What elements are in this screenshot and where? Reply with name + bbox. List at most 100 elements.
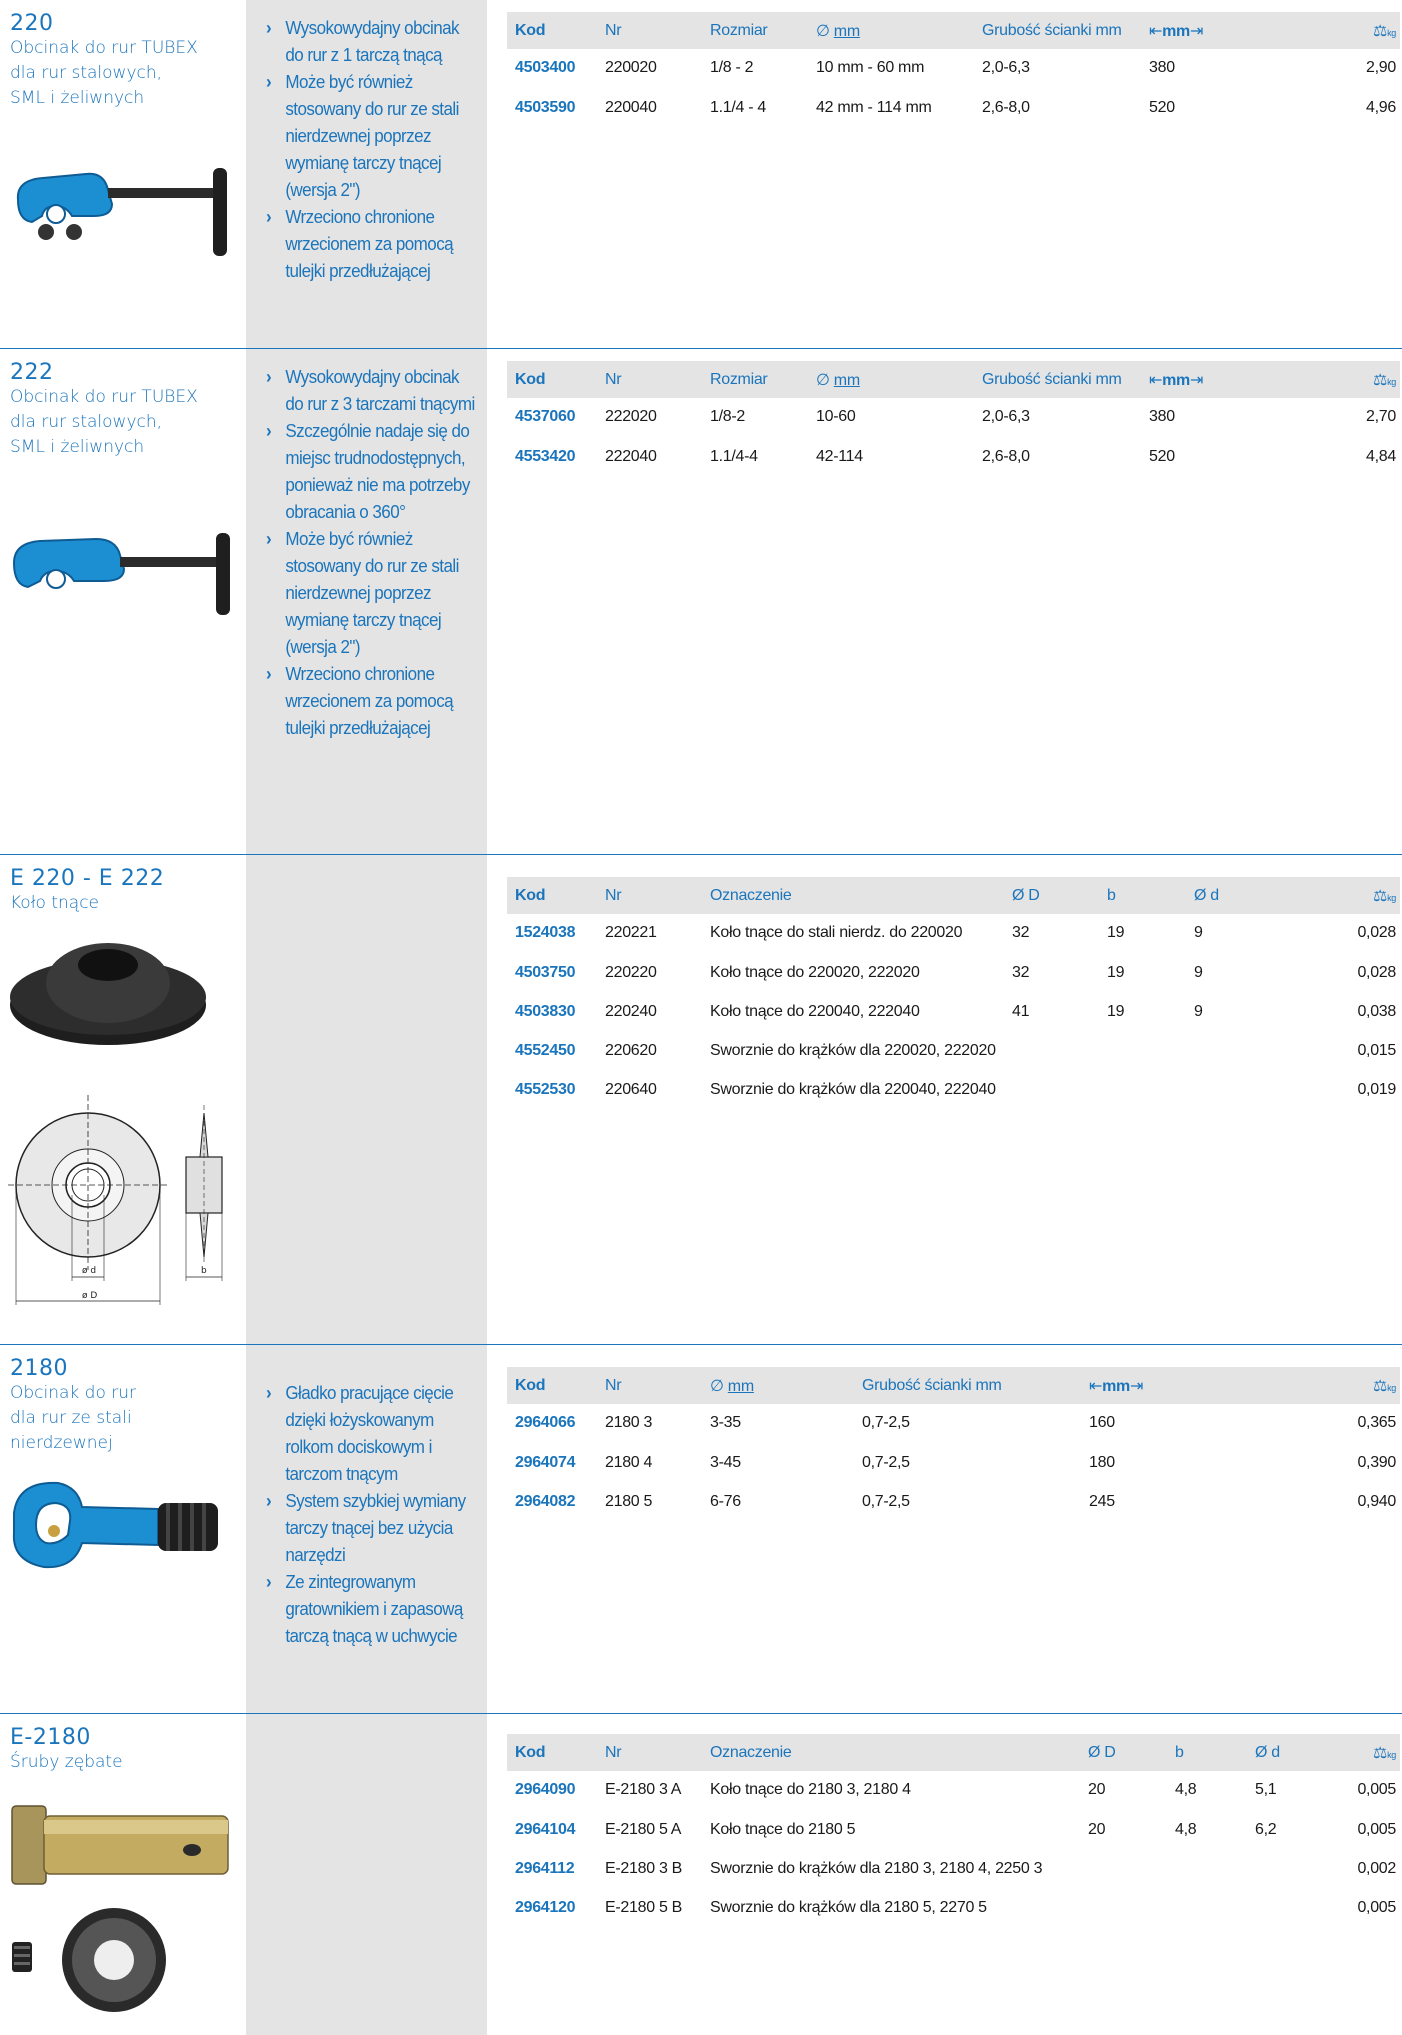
cell: 9 — [1194, 1002, 1203, 1020]
cell: 220220 — [605, 963, 657, 981]
cell: 220221 — [605, 924, 657, 942]
feature-text: Wysokowydajny obcinak do rur z 1 tarczą … — [285, 17, 459, 65]
table-header-row: Kod Nr Rozmiar ∅ mm Grubość ścianki mm ⇤… — [507, 361, 1400, 398]
product-number: 222 — [10, 360, 54, 385]
product-info: 2180 Obcinak do rur dla rur ze stali nie… — [0, 1345, 246, 1713]
cell: 9 — [1194, 924, 1203, 942]
product-title-line: Obcinak do rur — [10, 1383, 137, 1403]
col-header-weight: ⚖kg — [1351, 361, 1400, 398]
table-row: 1524038 220221 Koło tnące do stali nierd… — [507, 914, 1400, 953]
col-header-kod: Kod — [515, 886, 546, 904]
cell: Sworznie do krążków dla 2180 5, 2270 5 — [710, 1898, 987, 1916]
cell: 180 — [1089, 1453, 1115, 1471]
cell: Koło tnące do stali nierdz. do 220020 — [710, 924, 963, 942]
cell: E-2180 5 B — [605, 1898, 683, 1916]
col-header-weight: ⚖kg — [1347, 1734, 1400, 1771]
cell: 0,038 — [1357, 1002, 1396, 1020]
cell: 0,005 — [1357, 1898, 1396, 1916]
cell: 20 — [1088, 1781, 1106, 1799]
cell-kod[interactable]: 2964066 — [507, 1404, 597, 1443]
cell-kod[interactable]: 2964090 — [507, 1771, 597, 1810]
col-header-weight: ⚖kg — [1336, 877, 1400, 914]
cell-kod[interactable]: 4503750 — [507, 953, 597, 992]
col-header-nr: Nr — [605, 1743, 622, 1761]
col-header-length: ⇤mm⇥ — [1081, 1367, 1321, 1404]
chevron-right-icon: › — [266, 206, 272, 227]
pipe-cutter-image — [16, 168, 227, 256]
col-header-kod: Kod — [515, 370, 546, 388]
cell: 0,028 — [1357, 963, 1396, 981]
product-number: 220 — [10, 11, 54, 36]
feature-item: › Gładko pracujące cięcie dzięki łożyskow… — [266, 1379, 478, 1487]
unit-label: kg — [1387, 27, 1396, 38]
feature-text: System szybkiej wymiany tarczy tnącej be… — [285, 1490, 466, 1565]
product-title-line: dla rur stalowych, — [10, 63, 163, 83]
cell-kod[interactable]: 4537060 — [507, 398, 597, 437]
cell-kod[interactable]: 2964104 — [507, 1810, 597, 1849]
product-title-line: SML i żeliwnych — [10, 437, 145, 457]
col-header-length: ⇤mm⇥ — [1141, 361, 1351, 398]
cell-kod[interactable]: 4503590 — [507, 88, 597, 127]
length-arrows-icon: ⇥ — [1129, 1377, 1144, 1395]
cutting-wheel-image — [12, 1908, 166, 2012]
cell-kod[interactable]: 4553420 — [507, 437, 597, 476]
cell: 2,70 — [1366, 408, 1396, 426]
cell: 0,005 — [1357, 1781, 1396, 1799]
cell: 220640 — [605, 1080, 657, 1098]
cell-kod[interactable]: 4503400 — [507, 49, 597, 88]
cell: 3-45 — [710, 1453, 741, 1471]
table-header-row: Kod Nr Oznaczenie Ø D b Ø d ⚖kg — [507, 877, 1400, 914]
col-header-kod: Kod — [515, 21, 546, 39]
cutting-wheel-image — [10, 943, 206, 1045]
product-title-line: Obcinak do rur TUBEX — [10, 38, 198, 58]
cell-kod[interactable]: 4503830 — [507, 992, 597, 1031]
col-header-weight: ⚖kg — [1351, 12, 1400, 49]
spec-table-area: Kod Nr Oznaczenie Ø D b Ø d ⚖kg 1524038 … — [487, 855, 1402, 1344]
cell — [1167, 1888, 1247, 1927]
chevron-right-icon: › — [266, 528, 272, 549]
cell: 0,015 — [1357, 1041, 1396, 1059]
cell: Sworznie do krążków dla 220040, 222040 — [710, 1080, 996, 1098]
cell: Koło tnące do 2180 5 — [710, 1820, 856, 1838]
cell-kod[interactable]: 4552450 — [507, 1031, 597, 1070]
cell — [1004, 1070, 1099, 1109]
cell: Koło tnące do 220020, 222020 — [710, 963, 920, 981]
feature-text: Wysokowydajny obcinak do rur z 3 tarczam… — [285, 366, 475, 414]
cell-kod[interactable]: 2964074 — [507, 1443, 597, 1482]
scale-icon: ⚖ — [1373, 887, 1388, 905]
cell: 0,7-2,5 — [862, 1492, 910, 1510]
cell: 4,96 — [1366, 98, 1396, 116]
pipe-cutter-image — [12, 533, 230, 615]
table-row: 2964112 E-2180 3 B Sworznie do krążków d… — [507, 1849, 1400, 1888]
section-e2180: E-2180 Śruby zębate Kod Nr Oznaczenie Ø — [0, 1714, 1402, 2035]
table-header-row: Kod Nr Rozmiar ∅ mm Grubość ścianki mm ⇤… — [507, 12, 1400, 49]
spec-table: Kod Nr Rozmiar ∅ mm Grubość ścianki mm ⇤… — [507, 361, 1400, 477]
table-row: 2964082 2180 5 6-76 0,7-2,5 245 0,940 — [507, 1482, 1400, 1521]
cell-kod[interactable]: 2964082 — [507, 1482, 597, 1521]
pipe-cutter-image — [12, 1481, 218, 1569]
cell-kod[interactable]: 2964112 — [507, 1849, 597, 1888]
cell: 6-76 — [710, 1492, 741, 1510]
cell: Sworznie do krążków dla 2180 3, 2180 4, … — [710, 1859, 1043, 1877]
cell-kod[interactable]: 4552530 — [507, 1070, 597, 1109]
cell — [1247, 1849, 1347, 1888]
feature-text: Ze zintegrowanym gratownikiem i zapasową… — [285, 1571, 463, 1646]
unit-label: mm — [1162, 22, 1190, 40]
table-row: 4503400 220020 1/8 - 2 10 mm - 60 mm 2,0… — [507, 49, 1400, 88]
cell-kod[interactable]: 2964120 — [507, 1888, 597, 1927]
col-header-nr: Nr — [605, 886, 622, 904]
cell: 1.1/4 - 4 — [710, 98, 767, 116]
product-title-line: Śruby zębate — [10, 1752, 123, 1772]
cell-kod[interactable]: 1524038 — [507, 914, 597, 953]
cell: E-2180 3 B — [605, 1859, 683, 1877]
product-number: 2180 — [10, 1356, 68, 1381]
scale-icon: ⚖ — [1373, 1744, 1388, 1762]
spec-table: Kod Nr Oznaczenie Ø D b Ø d ⚖kg 1524038 … — [507, 877, 1400, 1110]
cell: 10 mm - 60 mm — [816, 59, 925, 77]
product-info: 222 Obcinak do rur TUBEX dla rur stalowy… — [0, 349, 246, 854]
spec-table-area: Kod Nr Rozmiar ∅ mm Grubość ścianki mm ⇤… — [487, 349, 1402, 854]
product-info: E 220 - E 222 Koło tnące ø d ø D b — [0, 855, 246, 1344]
table-row: 4552450 220620 Sworznie do krążków dla 2… — [507, 1031, 1400, 1070]
col-header-b: b — [1175, 1743, 1184, 1761]
col-header-wall: Grubość ścianki mm — [982, 370, 1122, 388]
